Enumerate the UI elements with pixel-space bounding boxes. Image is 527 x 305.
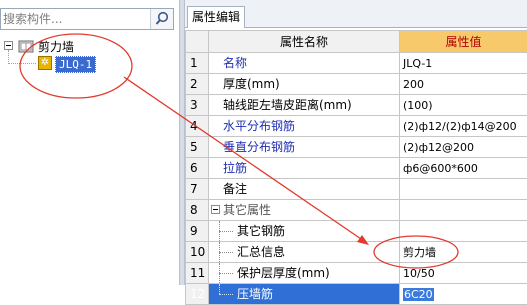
component-tree-panel: 剪力墙 ✲ JLQ-1 bbox=[0, 0, 179, 285]
property-name: 备注 bbox=[223, 179, 247, 199]
table-row[interactable]: 9 其它钢筋 bbox=[186, 221, 527, 242]
column-header-name[interactable]: 属性名称 bbox=[209, 31, 400, 53]
table-row[interactable]: 11 保护层厚度(mm) 10/50 bbox=[186, 263, 527, 284]
row-number: 2 bbox=[186, 74, 209, 95]
table-row[interactable]: 6 拉筋 ф6@600*600 bbox=[186, 158, 527, 179]
property-value[interactable]: (100) bbox=[400, 95, 527, 116]
component-gear-icon: ✲ bbox=[38, 56, 52, 70]
table-row[interactable]: 5 垂直分布钢筋 (2)ф12@200 bbox=[186, 137, 527, 158]
row-number: 3 bbox=[186, 95, 209, 116]
property-value-editing[interactable]: 6C20 bbox=[400, 284, 527, 305]
table-row-group[interactable]: 8 其它属性 bbox=[186, 200, 527, 221]
table-row-selected[interactable]: 12 压墙筋 6C20 bbox=[186, 284, 527, 305]
property-value[interactable]: 剪力墙 bbox=[400, 242, 527, 263]
row-number-header bbox=[186, 31, 209, 53]
table-row[interactable]: 3 轴线距左墙皮距离(mm) (100) bbox=[186, 95, 527, 116]
row-number: 12 bbox=[186, 284, 209, 305]
row-number: 11 bbox=[186, 263, 209, 284]
search-button[interactable] bbox=[150, 9, 173, 29]
row-number: 9 bbox=[186, 221, 209, 242]
property-value[interactable]: (2)ф12/(2)ф14@200 bbox=[400, 116, 527, 137]
property-name: 拉筋 bbox=[223, 158, 247, 178]
row-number: 6 bbox=[186, 158, 209, 179]
tab-property-edit[interactable]: 属性编辑 bbox=[187, 6, 245, 28]
row-number: 4 bbox=[186, 116, 209, 137]
property-group-name: 其它属性 bbox=[223, 200, 271, 220]
property-value bbox=[400, 200, 527, 221]
property-value[interactable] bbox=[400, 179, 527, 200]
property-name: 保护层厚度(mm) bbox=[237, 263, 330, 283]
row-number: 5 bbox=[186, 137, 209, 158]
search-icon bbox=[155, 11, 169, 26]
property-value[interactable]: 10/50 bbox=[400, 263, 527, 284]
grid-header-row: 属性名称 属性值 bbox=[186, 31, 527, 53]
property-name: 名称 bbox=[223, 53, 247, 73]
search-box bbox=[0, 8, 174, 30]
property-value[interactable] bbox=[400, 221, 527, 242]
search-input[interactable] bbox=[1, 9, 151, 29]
property-name: 汇总信息 bbox=[237, 242, 285, 262]
row-number: 8 bbox=[186, 200, 209, 221]
property-name: 厚度(mm) bbox=[223, 74, 280, 94]
tab-strip: 属性编辑 bbox=[185, 0, 527, 28]
table-row[interactable]: 7 备注 bbox=[186, 179, 527, 200]
property-grid: 属性名称 属性值 1 名称 JLQ-1 2 厚度(mm) 200 3 轴线距左墙… bbox=[185, 30, 527, 305]
property-name: 压墙筋 bbox=[237, 284, 273, 304]
table-row[interactable]: 4 水平分布钢筋 (2)ф12/(2)ф14@200 bbox=[186, 116, 527, 137]
property-name: 水平分布钢筋 bbox=[223, 116, 295, 136]
row-number: 1 bbox=[186, 53, 209, 74]
property-name: 其它钢筋 bbox=[237, 221, 285, 241]
wall-folder-icon bbox=[18, 38, 34, 54]
collapse-toggle-icon[interactable] bbox=[4, 41, 13, 50]
property-value[interactable]: 200 bbox=[400, 74, 527, 95]
property-editor-panel: 属性编辑 属性名称 属性值 1 名称 JLQ-1 2 厚度(mm) 200 bbox=[185, 0, 527, 285]
tree-node-label-selected: JLQ-1 bbox=[55, 56, 96, 73]
table-row[interactable]: 1 名称 JLQ-1 bbox=[186, 53, 527, 74]
row-number: 7 bbox=[186, 179, 209, 200]
selected-value-text[interactable]: 6C20 bbox=[403, 288, 434, 301]
property-value[interactable]: JLQ-1 bbox=[400, 53, 527, 74]
property-value[interactable]: ф6@600*600 bbox=[400, 158, 527, 179]
property-name: 轴线距左墙皮距离(mm) bbox=[223, 95, 352, 115]
row-number: 10 bbox=[186, 242, 209, 263]
column-header-value[interactable]: 属性值 bbox=[400, 31, 527, 53]
table-row[interactable]: 10 汇总信息 剪力墙 bbox=[186, 242, 527, 263]
collapse-toggle-icon[interactable] bbox=[211, 205, 220, 214]
table-row[interactable]: 2 厚度(mm) 200 bbox=[186, 74, 527, 95]
property-name: 垂直分布钢筋 bbox=[223, 137, 295, 157]
property-value[interactable]: (2)ф12@200 bbox=[400, 137, 527, 158]
tree-node-label: 剪力墙 bbox=[38, 38, 74, 55]
